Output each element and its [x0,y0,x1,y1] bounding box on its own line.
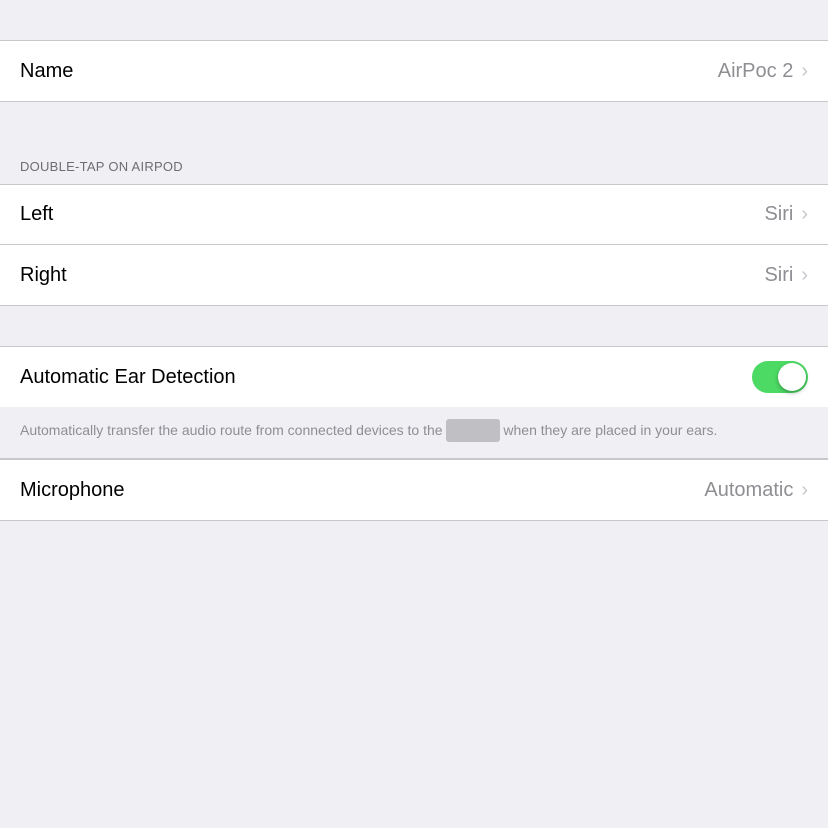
description-text-after: when they are placed in your ears. [503,422,717,438]
microphone-label: Microphone [20,479,125,502]
microphone-row[interactable]: Microphone Automatic › [0,460,828,520]
microphone-section: Microphone Automatic › [0,459,828,521]
left-row[interactable]: Left Siri › [0,185,828,245]
blurred-airpods-word: AirPods [446,419,499,442]
ear-detection-toggle[interactable] [752,361,808,393]
ear-detection-row[interactable]: Automatic Ear Detection [0,347,828,407]
ear-detection-section: Automatic Ear Detection [0,346,828,407]
name-chevron-icon: › [801,60,808,83]
toggle-knob [778,363,806,391]
right-chevron-icon: › [801,264,808,287]
right-value-container: Siri › [764,264,808,287]
spacer-1 [0,102,828,142]
spacer-2 [0,306,828,346]
settings-container: Name AirPoc 2 › DOUBLE-TAP ON AIRPOD Lef… [0,0,828,828]
double-tap-header: DOUBLE-TAP ON AIRPOD [0,142,828,184]
name-label: Name [20,60,73,83]
ear-detection-toggle-container [752,361,808,393]
double-tap-section: Left Siri › Right Siri › [0,184,828,306]
right-row[interactable]: Right Siri › [0,245,828,305]
left-value-container: Siri › [764,203,808,226]
microphone-value: Automatic [704,479,793,502]
name-value: AirPoc 2 [718,60,794,83]
description-text: Automatically transfer the audio route f… [20,419,808,442]
top-spacer [0,0,828,40]
double-tap-header-text: DOUBLE-TAP ON AIRPOD [20,159,183,174]
description-text-before: Automatically transfer the audio route f… [20,422,443,438]
left-value: Siri [764,203,793,226]
right-value: Siri [764,264,793,287]
microphone-value-container: Automatic › [704,479,808,502]
microphone-chevron-icon: › [801,479,808,502]
name-value-container: AirPoc 2 › [718,60,808,83]
ear-detection-label: Automatic Ear Detection [20,366,236,389]
right-label: Right [20,264,67,287]
name-row[interactable]: Name AirPoc 2 › [0,41,828,101]
left-chevron-icon: › [801,203,808,226]
ear-detection-description: Automatically transfer the audio route f… [0,407,828,459]
bottom-spacer [0,521,828,828]
name-section: Name AirPoc 2 › [0,40,828,102]
left-label: Left [20,203,53,226]
